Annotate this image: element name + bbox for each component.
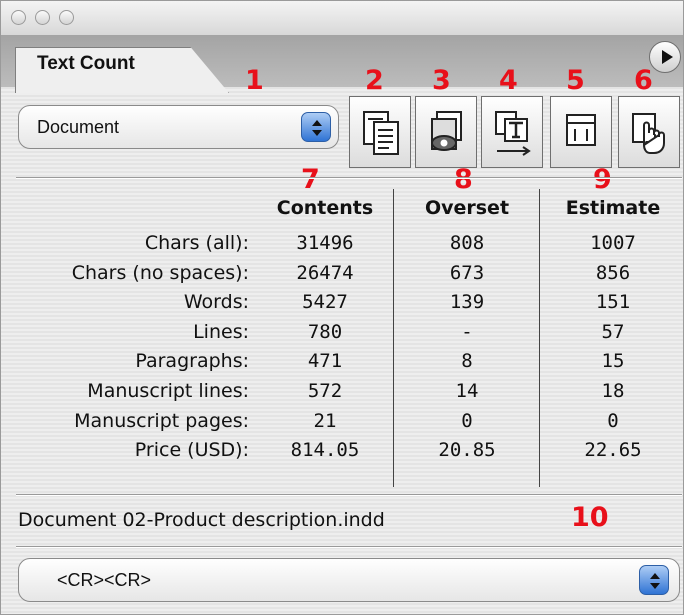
cell-estimate: 1007 bbox=[590, 232, 636, 254]
row-label: Chars (all): bbox=[144, 232, 249, 254]
cell-contents: 5427 bbox=[302, 291, 348, 313]
row-label: Price (USD): bbox=[134, 439, 249, 461]
cell-overset: 0 bbox=[461, 410, 473, 432]
text-count-panel: Text Count Document 1 2 3 4 5 6 7 8 9 10… bbox=[0, 0, 684, 615]
row-label: Manuscript pages: bbox=[74, 410, 249, 432]
cell-overset: 139 bbox=[449, 291, 485, 313]
text-count-button[interactable] bbox=[349, 96, 411, 168]
separator-select-stepper-icon bbox=[639, 565, 669, 595]
cell-overset: 14 bbox=[455, 380, 479, 402]
panel-menu-button[interactable] bbox=[649, 41, 681, 73]
tab-label: Text Count bbox=[37, 53, 135, 74]
hand-pointer-icon bbox=[632, 113, 665, 154]
cell-estimate: 0 bbox=[607, 410, 619, 432]
callout-5: 5 bbox=[566, 65, 585, 96]
divider-top bbox=[16, 177, 682, 179]
frame-flow-button[interactable] bbox=[481, 96, 543, 168]
cell-contents: 572 bbox=[307, 380, 343, 402]
row-label: Manuscript lines: bbox=[87, 380, 249, 402]
cell-overset: - bbox=[461, 321, 473, 343]
title-bar bbox=[1, 1, 683, 35]
cell-overset: 20.85 bbox=[438, 439, 496, 461]
columns-button[interactable] bbox=[550, 96, 612, 168]
row-label: Words: bbox=[183, 291, 249, 313]
cell-contents: 31496 bbox=[296, 232, 354, 254]
text-document-icon bbox=[363, 111, 399, 155]
cell-estimate: 22.65 bbox=[584, 439, 642, 461]
separator-select[interactable]: <CR><CR> bbox=[18, 558, 680, 602]
cell-estimate: 151 bbox=[595, 291, 631, 313]
row-label: Chars (no spaces): bbox=[71, 262, 249, 284]
callout-9: 9 bbox=[593, 164, 612, 195]
row-label: Paragraphs: bbox=[135, 350, 249, 372]
close-window-button[interactable] bbox=[11, 10, 26, 25]
text-frame-flow-icon bbox=[495, 111, 531, 156]
minimize-window-button[interactable] bbox=[35, 10, 50, 25]
document-filename: Document 02-Product description.indd bbox=[18, 509, 385, 531]
cell-estimate: 15 bbox=[601, 350, 625, 372]
callout-10: 10 bbox=[571, 502, 609, 533]
cell-contents: 814.05 bbox=[290, 439, 360, 461]
header-overset: Overset bbox=[424, 197, 510, 219]
scope-select[interactable]: Document bbox=[18, 105, 339, 149]
callout-3: 3 bbox=[432, 65, 451, 96]
callout-8: 8 bbox=[454, 164, 473, 195]
overset-button[interactable] bbox=[415, 96, 477, 168]
zoom-window-button[interactable] bbox=[59, 10, 74, 25]
cell-contents: 21 bbox=[313, 410, 337, 432]
cell-contents: 471 bbox=[307, 350, 343, 372]
columns-icon bbox=[566, 114, 596, 146]
column-divider-1 bbox=[393, 189, 394, 487]
callout-4: 4 bbox=[499, 65, 518, 96]
callout-6: 6 bbox=[634, 65, 653, 96]
divider-bottom bbox=[16, 546, 682, 548]
callout-7: 7 bbox=[301, 164, 320, 195]
cell-estimate: 57 bbox=[601, 321, 625, 343]
cell-estimate: 856 bbox=[595, 262, 631, 284]
cell-contents: 26474 bbox=[296, 262, 354, 284]
scope-select-value: Document bbox=[37, 117, 120, 137]
scope-select-stepper-icon bbox=[301, 112, 331, 142]
column-divider-2 bbox=[539, 189, 540, 487]
cell-overset: 673 bbox=[449, 262, 485, 284]
header-contents: Contents bbox=[276, 197, 374, 219]
cell-estimate: 18 bbox=[601, 380, 625, 402]
callout-1: 1 bbox=[245, 65, 264, 96]
overset-eye-icon bbox=[431, 111, 462, 151]
callout-2: 2 bbox=[365, 65, 384, 96]
header-estimate: Estimate bbox=[565, 197, 661, 219]
settings-button[interactable] bbox=[618, 96, 680, 168]
cell-overset: 808 bbox=[449, 232, 485, 254]
separator-select-value: <CR><CR> bbox=[57, 570, 152, 590]
divider-middle bbox=[16, 494, 682, 496]
cell-overset: 8 bbox=[461, 350, 473, 372]
row-label: Lines: bbox=[193, 321, 249, 343]
cell-contents: 780 bbox=[307, 321, 343, 343]
